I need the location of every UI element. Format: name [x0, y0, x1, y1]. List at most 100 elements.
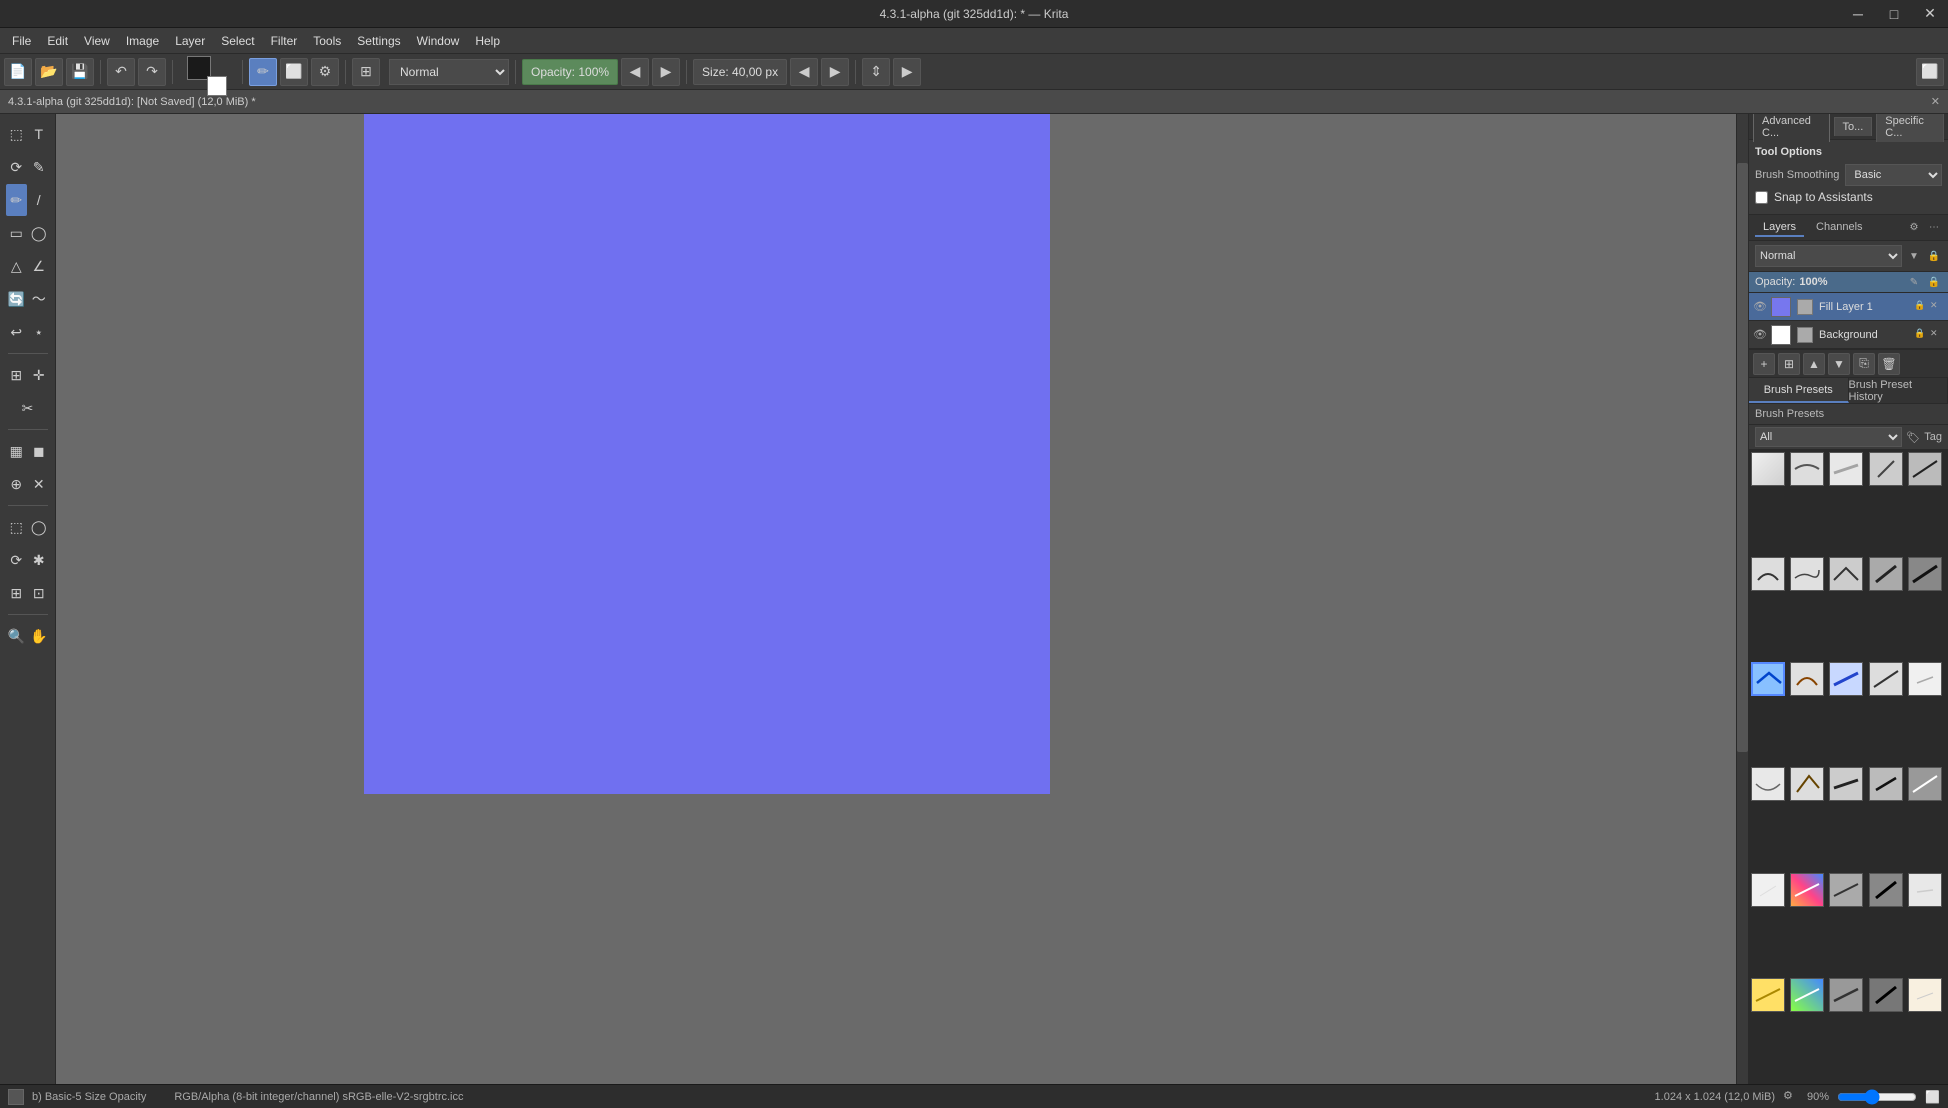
copy-layer-button[interactable]: ⎘	[1853, 353, 1875, 375]
grid-button[interactable]: ⊞	[352, 58, 380, 86]
layer-down-button[interactable]: ▼	[1828, 353, 1850, 375]
brush-preset-14[interactable]	[1869, 662, 1903, 696]
brush-preset-29[interactable]	[1869, 978, 1903, 1012]
brush-preset-28[interactable]	[1829, 978, 1863, 1012]
colorize-tool[interactable]: ✕	[28, 468, 50, 500]
selection-tool[interactable]: ⬚	[6, 118, 28, 150]
brush-preset-11[interactable]	[1751, 662, 1785, 696]
status-settings-icon[interactable]: ⚙	[1783, 1089, 1799, 1105]
close-button[interactable]: ✕	[1912, 0, 1948, 28]
brush-preset-22[interactable]	[1790, 873, 1824, 907]
status-canvas-icon[interactable]	[8, 1089, 24, 1105]
rectangle-tool[interactable]: ▭	[6, 217, 28, 249]
bezier-tool[interactable]: 🔄	[6, 283, 28, 315]
brush-smoothing-select[interactable]: Basic	[1845, 164, 1942, 186]
brush-preset-1[interactable]	[1751, 452, 1785, 486]
move-tool[interactable]: ✛	[28, 359, 50, 391]
freehand-brush-tool[interactable]: ✏	[6, 184, 28, 216]
brush-preset-16[interactable]	[1751, 767, 1785, 801]
brush-preset-7[interactable]	[1790, 557, 1824, 591]
menu-layer[interactable]: Layer	[167, 30, 213, 52]
opacity-edit-icon[interactable]: ✎	[1906, 274, 1922, 290]
undo-button[interactable]: ↶	[107, 58, 135, 86]
close-doc-button[interactable]: ✕	[1931, 95, 1940, 108]
brush-preset-17[interactable]	[1790, 767, 1824, 801]
background-color[interactable]	[207, 76, 227, 96]
eraser-button[interactable]: ⬜	[280, 58, 308, 86]
color-selector[interactable]	[187, 56, 219, 88]
brush-category-select[interactable]: All	[1755, 427, 1902, 447]
zoom-slider[interactable]	[1837, 1089, 1917, 1105]
transform-tool[interactable]: ⊞	[6, 359, 28, 391]
v-scrollbar-thumb[interactable]	[1737, 163, 1748, 752]
layer-lock-btn[interactable]: 🔒	[1914, 300, 1928, 314]
play-button[interactable]: ▶	[893, 58, 921, 86]
brush-preset-8[interactable]	[1829, 557, 1863, 591]
layer-eye-bg[interactable]: 👁	[1753, 328, 1767, 342]
layer-eye-fill[interactable]: 👁	[1753, 300, 1767, 314]
polygon-tool[interactable]: △	[6, 250, 28, 282]
polyline-tool[interactable]: ∠	[28, 250, 50, 282]
tab-brush-presets[interactable]: Brush Presets	[1749, 378, 1849, 403]
contiguous-sel-tool[interactable]: ✱	[28, 544, 50, 576]
similar-selection-tool[interactable]: ✎	[28, 151, 50, 183]
freehand-selection-tool[interactable]: ⟳	[6, 151, 28, 183]
freehand-path-tool[interactable]: 〜	[28, 283, 50, 315]
fill-tool[interactable]: ◼	[28, 435, 50, 467]
brush-preset-19[interactable]	[1869, 767, 1903, 801]
gradient-tool[interactable]: ▦	[6, 435, 28, 467]
crop-tool[interactable]: ✂	[6, 392, 50, 424]
open-button[interactable]: 📂	[35, 58, 63, 86]
snap-assistants-checkbox[interactable]	[1755, 191, 1768, 204]
brush-preset-30[interactable]	[1908, 978, 1942, 1012]
add-layer-button[interactable]: +	[1753, 353, 1775, 375]
layers-blend-mode[interactable]: Normal	[1755, 245, 1902, 267]
dynamic-brush-tool[interactable]: ↩	[6, 316, 28, 348]
freehand-sel-tool[interactable]: ⟳	[6, 544, 28, 576]
brush-preset-25[interactable]	[1908, 873, 1942, 907]
expand-button[interactable]: ⬜	[1916, 58, 1944, 86]
status-expand-icon[interactable]: ⬜	[1925, 1090, 1940, 1104]
layer-up-button[interactable]: ▲	[1803, 353, 1825, 375]
brush-preset-10[interactable]	[1908, 557, 1942, 591]
ellipse-selection-tool[interactable]: ◯	[28, 511, 50, 543]
brush-preset-15[interactable]	[1908, 662, 1942, 696]
layer-item-background[interactable]: 👁 Background 🔒 ✕	[1749, 321, 1948, 349]
brush-preset-6[interactable]	[1751, 557, 1785, 591]
global-sel-tool[interactable]: ⊡	[28, 577, 50, 609]
mirror-button[interactable]: ⇕	[862, 58, 890, 86]
smart-patch-tool[interactable]: ⊕	[6, 468, 28, 500]
brush-preset-24[interactable]	[1869, 873, 1903, 907]
size-up[interactable]: ▶	[821, 58, 849, 86]
layers-expand-icon[interactable]: ⋯	[1926, 220, 1942, 236]
menu-edit[interactable]: Edit	[39, 30, 76, 52]
column-sel-tool[interactable]: ⊞	[6, 577, 28, 609]
menu-settings[interactable]: Settings	[349, 30, 408, 52]
brush-preset-20[interactable]	[1908, 767, 1942, 801]
brush-preset-2[interactable]	[1790, 452, 1824, 486]
menu-window[interactable]: Window	[409, 30, 468, 52]
brush-preset-13[interactable]	[1829, 662, 1863, 696]
layer-lock-btn-bg[interactable]: 🔒	[1914, 328, 1928, 342]
brush-preset-26[interactable]	[1751, 978, 1785, 1012]
menu-select[interactable]: Select	[213, 30, 262, 52]
document-tab[interactable]: 4.3.1-alpha (git 325dd1d): [Not Saved] (…	[0, 90, 1948, 114]
tab-advanced-color[interactable]: Advanced C...	[1753, 114, 1830, 142]
vertical-scrollbar[interactable]	[1736, 114, 1748, 1096]
brush-preset-23[interactable]	[1829, 873, 1863, 907]
opacity-lock-icon[interactable]: 🔒	[1926, 274, 1942, 290]
brush-preset-12[interactable]	[1790, 662, 1824, 696]
save-button[interactable]: 💾	[66, 58, 94, 86]
new-document-button[interactable]: 📄	[4, 58, 32, 86]
brush-preset-21[interactable]	[1751, 873, 1785, 907]
brush-preset-4[interactable]	[1869, 452, 1903, 486]
multibrush-tool[interactable]: ⋆	[28, 316, 50, 348]
brush-preset-9[interactable]	[1869, 557, 1903, 591]
tab-tool-options-mini[interactable]: To...	[1834, 117, 1873, 136]
brush-preset-18[interactable]	[1829, 767, 1863, 801]
rect-selection-tool[interactable]: ⬚	[6, 511, 28, 543]
minimize-button[interactable]: ─	[1840, 0, 1876, 28]
brush-preset-5[interactable]	[1908, 452, 1942, 486]
layers-lock-icon[interactable]: 🔒	[1926, 248, 1942, 264]
zoom-tool[interactable]: 🔍	[6, 620, 28, 652]
